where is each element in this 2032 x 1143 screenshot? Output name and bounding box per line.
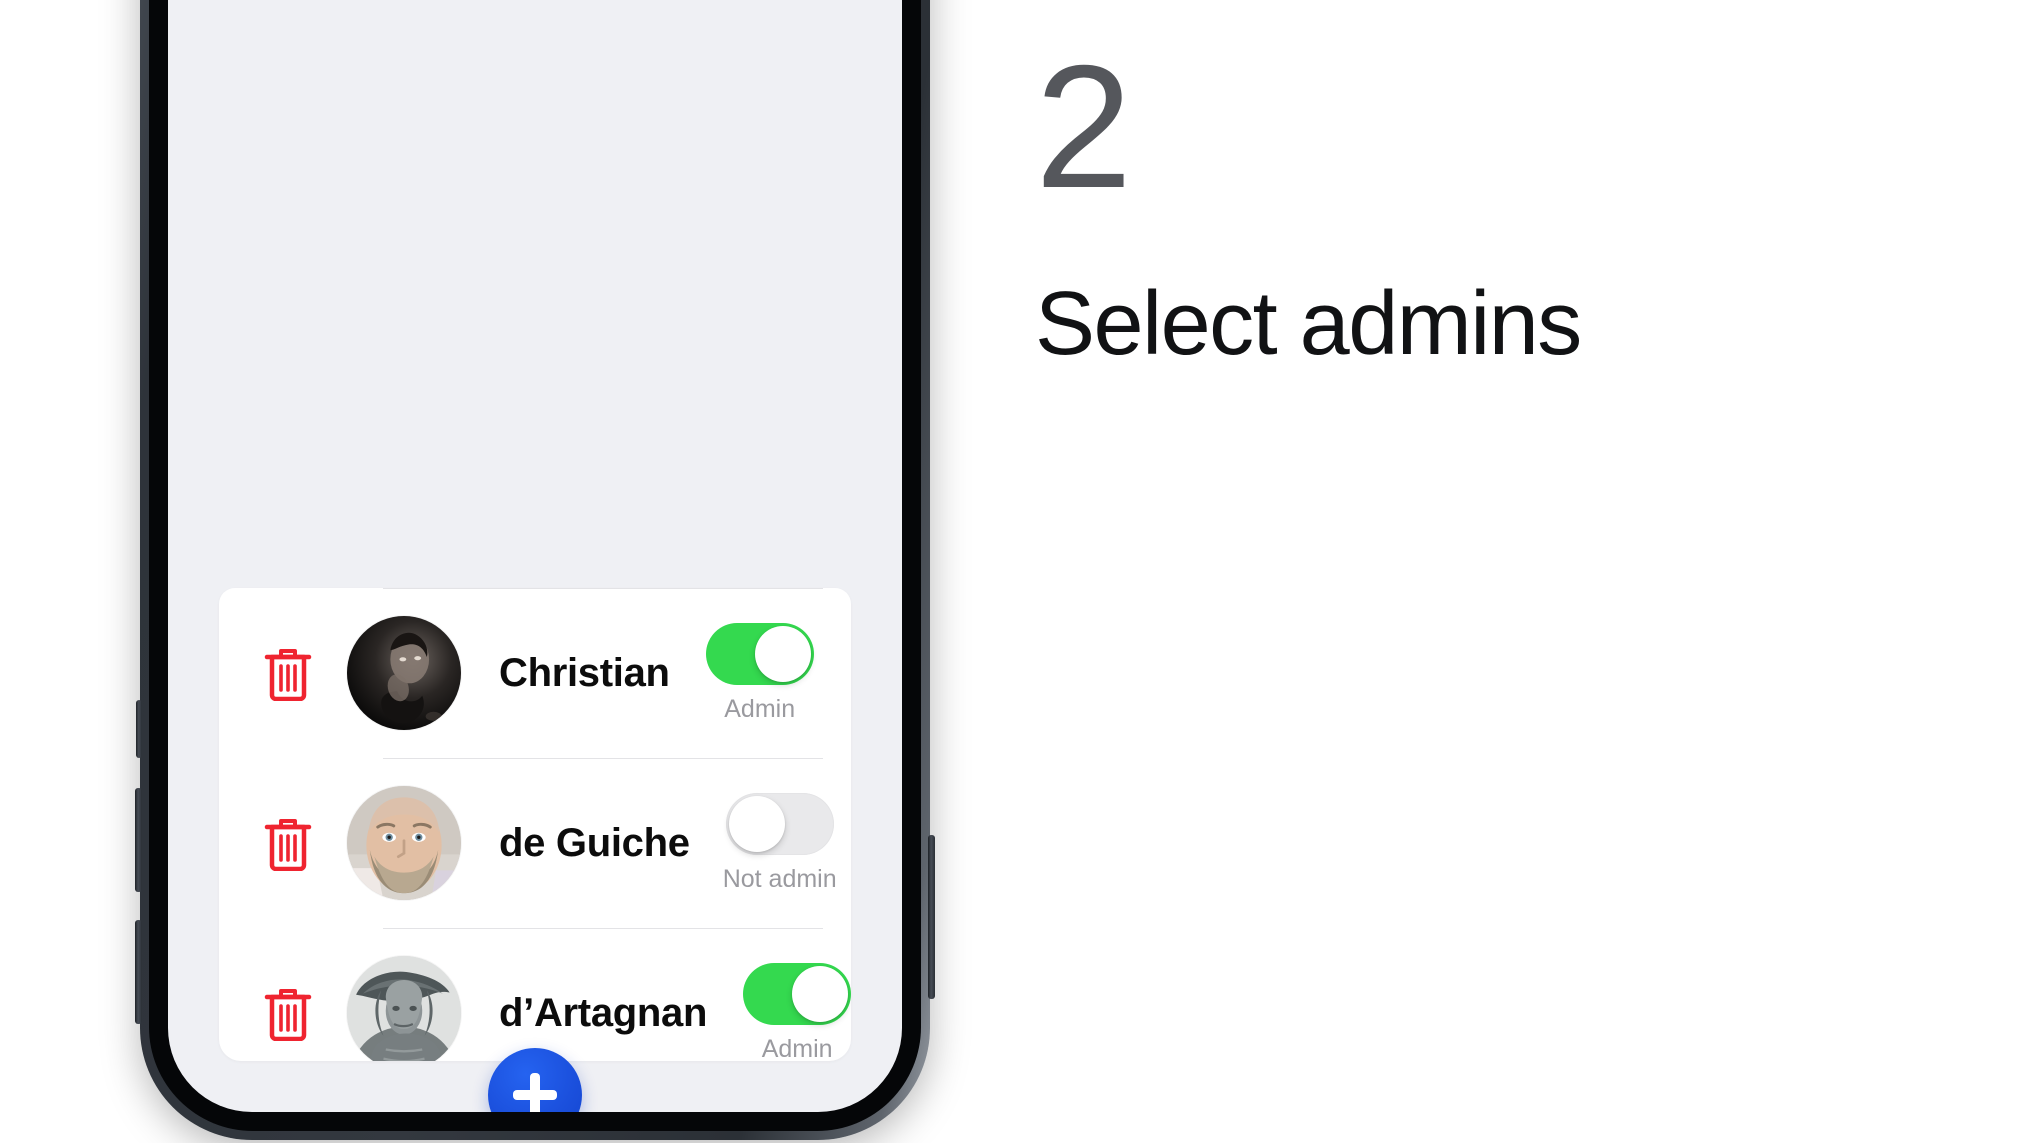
toggle-knob: [728, 795, 785, 852]
plus-icon: [513, 1073, 557, 1112]
phone-power-button: [928, 835, 935, 999]
admin-toggle[interactable]: [705, 622, 814, 685]
avatar: [347, 616, 461, 730]
trash-icon: [264, 815, 312, 871]
member-name: Christian: [499, 650, 670, 695]
admin-toggle-label: Admin: [761, 1034, 833, 1062]
member-row[interactable]: de Guiche Not admin: [219, 758, 851, 928]
step-number: 2: [1035, 30, 1132, 225]
phone-mute-switch: [136, 700, 142, 758]
delete-member-button[interactable]: [229, 815, 347, 871]
admin-toggle[interactable]: [743, 962, 851, 1025]
avatar: [347, 956, 461, 1061]
phone-mockup: Christian Admin de Guiche Not admin d’Ar…: [135, 0, 935, 1140]
trash-icon: [264, 985, 312, 1041]
trash-icon: [264, 645, 312, 701]
step-caption: 2 Select admins: [1035, 40, 1835, 372]
toggle-knob: [754, 625, 811, 682]
member-name: d’Artagnan: [499, 990, 708, 1035]
delete-member-button[interactable]: [229, 645, 347, 701]
step-title: Select admins: [1035, 274, 1582, 374]
phone-screen: Christian Admin de Guiche Not admin d’Ar…: [168, 0, 902, 1112]
phone-volume-up-button: [135, 788, 142, 892]
admin-toggle-label: Admin: [724, 694, 796, 723]
admin-toggle[interactable]: [725, 792, 834, 855]
member-name: de Guiche: [499, 820, 690, 865]
member-row[interactable]: Christian Admin: [219, 588, 851, 758]
member-list: Christian Admin de Guiche Not admin d’Ar…: [219, 588, 851, 1061]
admin-toggle-cell[interactable]: Admin: [707, 962, 851, 1062]
phone-volume-down-button: [135, 920, 142, 1024]
toggle-knob: [792, 965, 849, 1022]
member-row[interactable]: d’Artagnan Admin: [219, 928, 851, 1061]
avatar: [347, 786, 461, 900]
admin-toggle-cell[interactable]: Not admin: [690, 792, 851, 894]
admin-toggle-label: Not admin: [722, 864, 837, 893]
admin-toggle-cell[interactable]: Admin: [670, 622, 850, 724]
delete-member-button[interactable]: [229, 985, 347, 1041]
